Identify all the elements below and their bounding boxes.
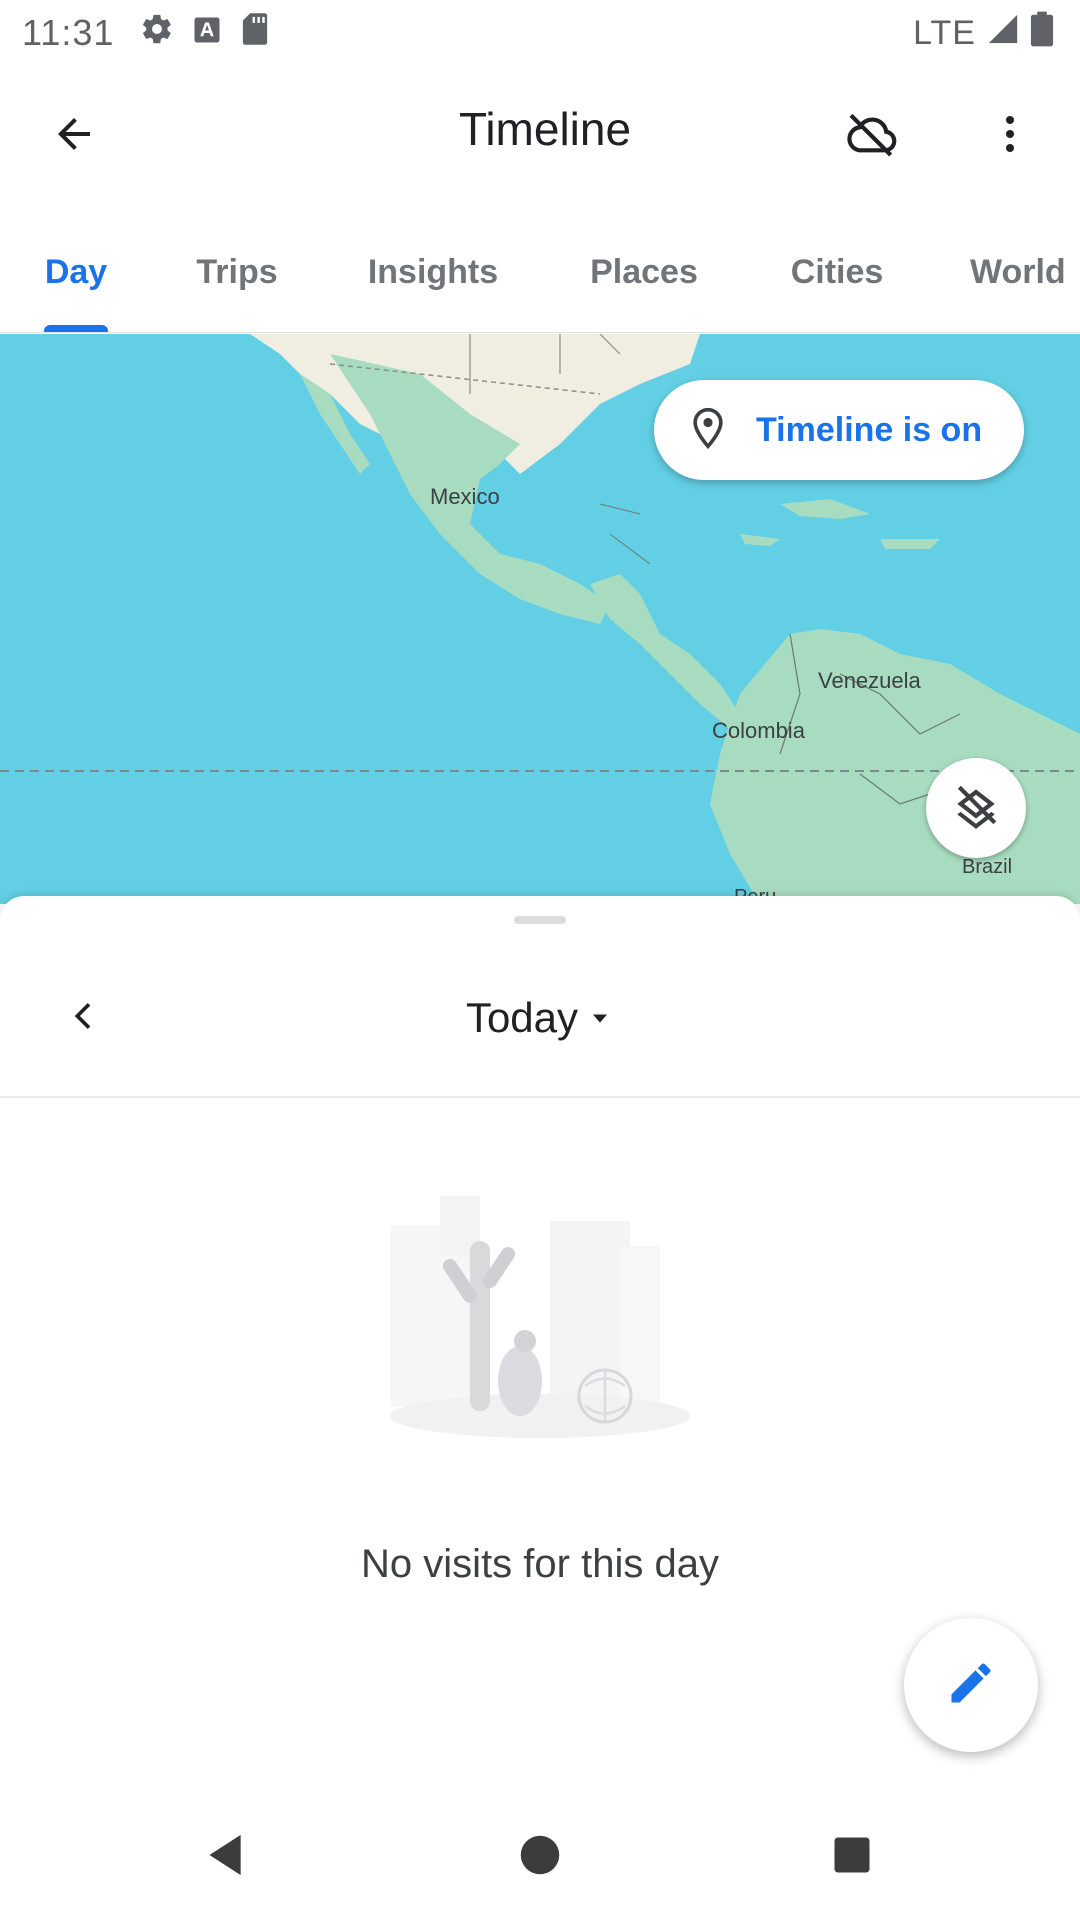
app-bar: Timeline	[0, 66, 1080, 206]
pencil-icon	[945, 1657, 997, 1714]
settings-icon	[140, 12, 174, 55]
map-label-brazil: Brazil	[962, 856, 1013, 878]
triangle-back-icon	[204, 1831, 248, 1884]
layers-off-icon	[951, 781, 1001, 836]
map-label-colombia: Colombia	[712, 718, 805, 743]
empty-state-message: No visits for this day	[361, 1542, 719, 1586]
timeline-bottom-sheet: Today No visits for this day	[0, 896, 1080, 1792]
timeline-status-label: Timeline is on	[756, 410, 983, 449]
sd-card-icon	[240, 12, 270, 55]
tab-trips-label: Trips	[196, 252, 278, 291]
cloud-off-icon	[844, 106, 900, 167]
nav-recents-button[interactable]	[812, 1822, 892, 1892]
previous-day-button[interactable]	[24, 956, 144, 1080]
tab-day[interactable]: Day	[0, 212, 152, 332]
nav-home-button[interactable]	[500, 1822, 580, 1892]
map-layers-button[interactable]	[926, 758, 1026, 858]
back-button[interactable]	[10, 72, 138, 200]
map-label-venezuela: Venezuela	[818, 668, 921, 693]
tab-insights-label: Insights	[367, 252, 499, 291]
selected-date-label: Today	[465, 994, 579, 1041]
backup-status-button[interactable]	[808, 72, 936, 200]
active-tab-indicator	[44, 325, 108, 332]
more-vert-icon	[986, 110, 1034, 163]
status-bar: 11:31 LTE	[0, 0, 1080, 66]
edit-button[interactable]	[904, 1618, 1038, 1752]
font-icon	[192, 12, 222, 54]
tab-places-label: Places	[590, 252, 698, 291]
square-recents-icon	[831, 1834, 873, 1881]
tab-cities[interactable]: Cities	[744, 212, 930, 332]
location-pin-icon	[686, 404, 730, 457]
signal-icon	[986, 12, 1020, 55]
back-arrow-icon	[50, 110, 98, 163]
tab-world[interactable]: World	[930, 212, 1080, 332]
battery-icon	[1030, 10, 1054, 57]
sheet-drag-handle[interactable]	[514, 916, 566, 924]
status-time: 11:31	[22, 12, 115, 53]
nav-back-button[interactable]	[186, 1822, 266, 1892]
tab-world-label: World	[970, 252, 1066, 291]
more-options-button[interactable]	[948, 72, 1072, 200]
date-selector[interactable]: Today	[452, 956, 628, 1080]
circle-home-icon	[519, 1834, 561, 1881]
tab-cities-label: Cities	[790, 252, 884, 291]
dropdown-arrow-icon	[586, 994, 614, 1042]
empty-state-illustration	[380, 1186, 700, 1491]
system-nav-bar	[0, 1792, 1080, 1918]
network-type: LTE	[913, 13, 976, 52]
tab-places[interactable]: Places	[544, 212, 744, 332]
tab-trips[interactable]: Trips	[152, 212, 322, 332]
tab-day-label: Day	[44, 252, 108, 291]
divider	[0, 1096, 1080, 1098]
map-label-mexico: Mexico	[430, 484, 500, 509]
tab-insights[interactable]: Insights	[322, 212, 544, 332]
tab-bar: Day Trips Insights Places Cities World	[0, 212, 1080, 333]
chevron-left-icon	[64, 996, 104, 1041]
timeline-status-chip[interactable]: Timeline is on	[654, 380, 1024, 480]
